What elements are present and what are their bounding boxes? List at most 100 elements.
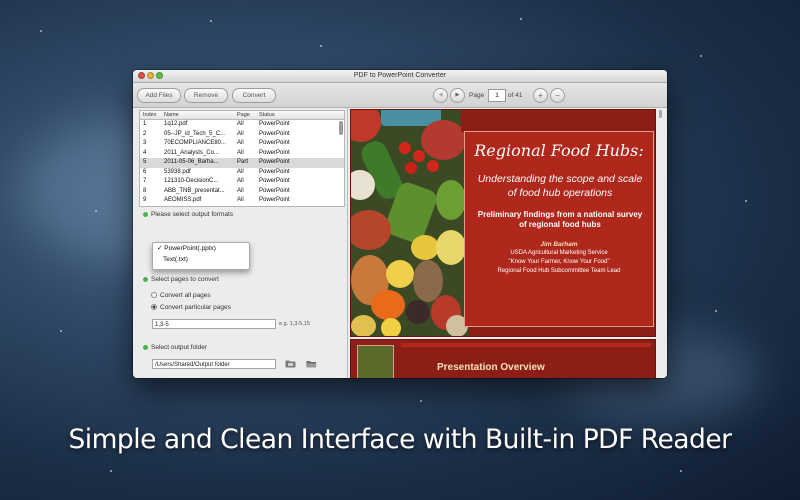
output-format-label: Please select output formats: [143, 211, 233, 218]
radio-icon: [151, 292, 157, 299]
star: [320, 45, 322, 47]
toolbar: Add Files Remove Convert ◀ ▶ Page 1 of 4…: [133, 83, 667, 108]
table-row[interactable]: 2 05--JP_id_Tech_5_C... All PowerPoint: [140, 130, 344, 140]
table-row[interactable]: 4 2011_Analysts_Co... All PowerPoint: [140, 149, 344, 159]
cell-name: 53938.pdf: [164, 168, 191, 175]
cell-status: PowerPoint: [259, 140, 290, 146]
cell-name: AEOMISS.pdf: [164, 197, 202, 203]
minimize-window-button[interactable]: [147, 72, 154, 79]
convert-button[interactable]: Convert: [232, 88, 276, 103]
cell-name: 2011_Analysts_Co...: [164, 149, 219, 156]
slide2-title: Presentation Overview: [437, 362, 545, 373]
table-row[interactable]: 10PL 15_11_14...AllPowerPoint: [140, 206, 344, 207]
table-row[interactable]: 1 1q12.pdf All PowerPoint: [140, 120, 344, 130]
vegetables-photo: [351, 110, 469, 336]
zoom-out-button[interactable]: −: [550, 88, 565, 103]
star: [210, 20, 212, 22]
slide2-thumbnail: [357, 345, 394, 378]
table-row[interactable]: 8 ABB_TNB_presentat... All PowerPoint: [140, 187, 344, 197]
table-row[interactable]: 9 AEOMISS.pdf All PowerPoint: [140, 196, 344, 206]
cell-index: 3: [143, 140, 147, 146]
table-row[interactable]: 7 121310-DecisionC... All PowerPoint: [140, 177, 344, 187]
star: [700, 55, 702, 57]
slide-top-band: [461, 110, 655, 132]
table-row[interactable]: 5 2011-05-06_Barha... Part PowerPoint: [140, 158, 344, 168]
cell-page: All: [237, 121, 244, 127]
star: [520, 18, 522, 20]
app-window: PDF to PowerPoint Converter Add Files Re…: [133, 70, 667, 378]
remove-button[interactable]: Remove: [184, 88, 228, 103]
pdf-viewer[interactable]: Regional Food Hubs: Understanding the sc…: [347, 108, 667, 378]
minus-icon: −: [555, 91, 560, 100]
cell-name: 70ECOMPLIANCE80...: [164, 140, 227, 146]
table-body: 1 1q12.pdf All PowerPoint 2 05--JP_id_Tech_5_…: [140, 120, 344, 207]
radio-convert-particular[interactable]: Convert particular pages: [151, 304, 231, 311]
cell-index: 2: [143, 130, 147, 137]
format-option-pptx[interactable]: ✓ PowerPoint(.pptx): [153, 243, 249, 254]
cell-index: 5: [143, 159, 147, 165]
star: [680, 470, 682, 472]
cell-status: PowerPoint: [259, 121, 290, 127]
cell-index: 10: [140, 206, 162, 207]
column-header-status[interactable]: Status: [257, 111, 344, 119]
radio-convert-all[interactable]: Convert all pages: [151, 292, 211, 299]
page-number-input[interactable]: 1: [488, 89, 506, 102]
cell-index: 8: [143, 187, 147, 194]
open-folder-icon[interactable]: [306, 360, 317, 368]
slide-author: Jim Barham: [540, 241, 578, 248]
cell-index: 1: [143, 121, 147, 127]
column-header-page[interactable]: Page: [235, 111, 257, 119]
star: [110, 470, 112, 472]
zoom-window-button[interactable]: [156, 72, 163, 79]
column-header-index[interactable]: Index: [140, 111, 162, 119]
cell-status: PowerPoint: [259, 168, 290, 175]
bullet-icon: [143, 211, 148, 217]
star: [745, 200, 747, 202]
output-format-dropdown[interactable]: ✓ PowerPoint(.pptx) Text(.txt): [152, 242, 250, 270]
slide2-band: [401, 343, 651, 347]
finder-folder-icon[interactable]: [285, 360, 296, 368]
close-window-button[interactable]: [138, 72, 145, 79]
format-option-txt[interactable]: Text(.txt): [153, 254, 249, 265]
slide-line-3: Regional Food Hub Subcommittee Team Lead: [497, 268, 621, 274]
cell-page: All: [237, 130, 244, 137]
add-files-button[interactable]: Add Files: [137, 88, 181, 103]
pages-label: Select pages to convert: [143, 276, 219, 283]
file-table[interactable]: Index Name Page Status 1 1q12.pdf All Power…: [139, 110, 345, 207]
cell-status: PowerPoint: [259, 178, 290, 184]
cell-page: All: [237, 197, 244, 203]
page-range-input[interactable]: 1,3-5: [152, 319, 276, 329]
cell-name: ABB_TNB_presentat...: [164, 187, 225, 194]
cell-name: 05--JP_id_Tech_5_C...: [164, 130, 226, 137]
star: [420, 400, 422, 402]
zoom-in-button[interactable]: +: [533, 88, 548, 103]
table-row[interactable]: 6 53938.pdf All PowerPoint: [140, 168, 344, 178]
bullet-icon: [143, 276, 148, 282]
cell-status: PowerPoint: [259, 187, 290, 194]
previous-page-button[interactable]: ◀: [433, 88, 448, 103]
output-folder-label: Select output folder: [143, 344, 207, 351]
cell-index: 6: [143, 168, 147, 175]
slide-title: Regional Food Hubs:: [474, 141, 644, 160]
slide-subtitle: Understanding the scope and scale of foo…: [477, 173, 643, 199]
cell-status: PowerPoint: [259, 159, 290, 165]
cell-status: PowerPoint: [259, 197, 290, 203]
next-page-button[interactable]: ▶: [450, 88, 465, 103]
slide-title-box: Regional Food Hubs: Understanding the sc…: [464, 131, 654, 327]
cell-page: All: [237, 178, 244, 184]
slide-line-2: "Know Your Farmer, Know Your Food": [508, 259, 610, 265]
column-header-name[interactable]: Name: [162, 111, 235, 119]
table-scrollbar[interactable]: [339, 121, 343, 135]
cell-index: 4: [143, 149, 147, 156]
plus-icon: +: [538, 91, 543, 100]
page-range-hint: e.g. 1,3-5,15: [279, 321, 310, 327]
slide-line-1: USDA Agricultural Marketing Service: [510, 250, 608, 256]
cell-name: 2011-05-06_Barha...: [164, 159, 219, 165]
output-folder-input[interactable]: /Users/Shared/Output folder: [152, 359, 276, 369]
cell-name: 1q12.pdf: [164, 121, 188, 127]
cell-index: 9: [143, 197, 147, 203]
next-icon: ▶: [455, 92, 460, 98]
radio-selected-icon: [151, 304, 157, 311]
table-row[interactable]: 3 70ECOMPLIANCE80... All PowerPoint: [140, 139, 344, 149]
viewer-scrollbar[interactable]: [659, 110, 662, 118]
